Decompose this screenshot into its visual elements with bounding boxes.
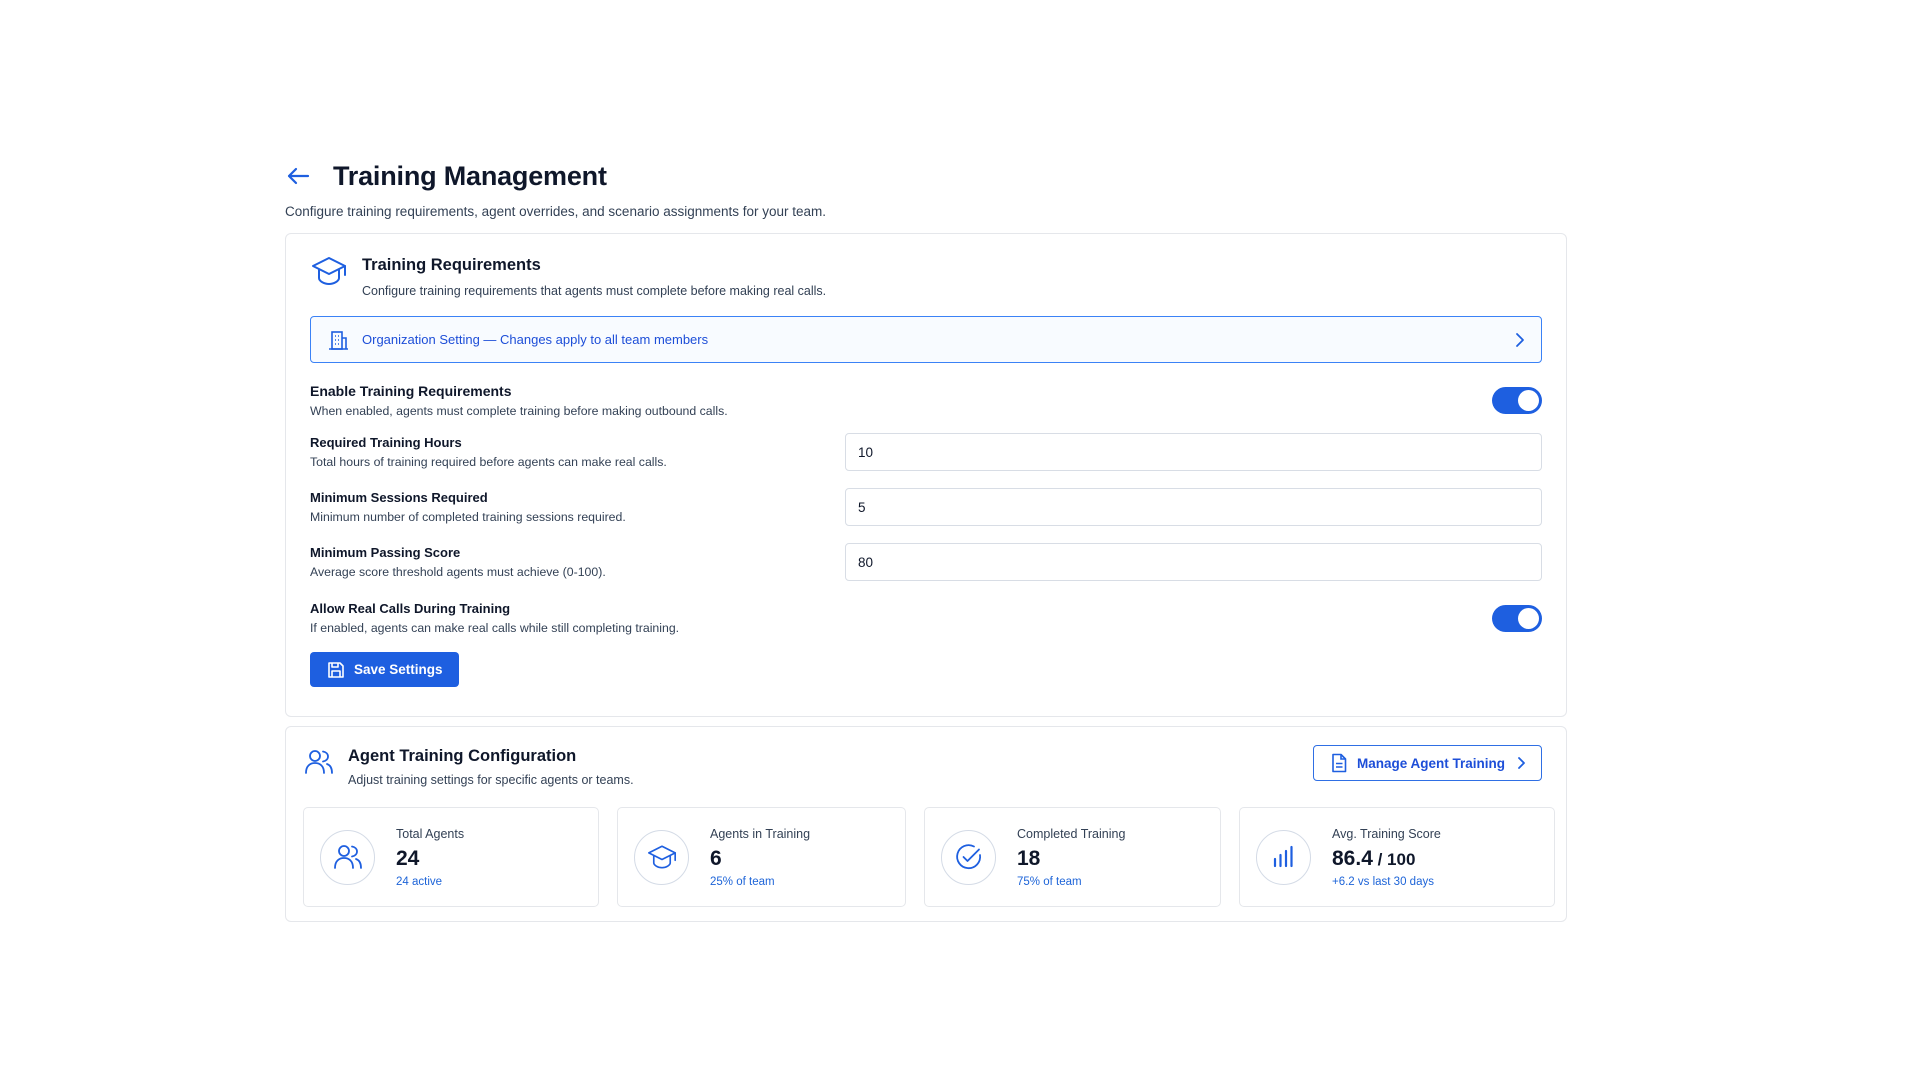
stat-subtext: 25% of team <box>710 875 775 888</box>
stat-label: Completed Training <box>1017 826 1126 841</box>
toggle-knob <box>1518 607 1539 629</box>
manage-agent-training-label: Manage Agent Training <box>1356 755 1505 771</box>
minimum-sessions-row: Minimum Sessions Required Minimum number… <box>310 488 1542 526</box>
required-hours-input[interactable] <box>845 433 1542 471</box>
section-title: Training Requirements <box>362 256 541 274</box>
passing-score-input[interactable] <box>845 543 1542 581</box>
chevron-right-icon <box>1516 332 1524 347</box>
stat-subtext: 75% of team <box>1017 875 1082 888</box>
training-requirements-header: Training Requirements Configure training… <box>310 234 1542 298</box>
page-subtitle: Configure training requirements, agent o… <box>285 204 827 219</box>
enable-training-label: Enable Training Requirements <box>310 383 512 399</box>
passing-score-row: Minimum Passing Score Average score thre… <box>310 543 1542 581</box>
allow-real-calls-row: Allow Real Calls During Training If enab… <box>310 601 1542 635</box>
stat-subtext: 24 active <box>396 875 443 888</box>
section-description: Adjust training settings for specific ag… <box>348 773 634 787</box>
organization-setting-banner[interactable]: Organization Setting — Changes apply to … <box>310 316 1542 363</box>
chevron-right-icon <box>1518 757 1525 769</box>
training-management-page: Training Management Configure training r… <box>285 158 1567 922</box>
back-button[interactable] <box>285 163 311 189</box>
stat-avg-training-score: Avg. Training Score 86.4 / 100 +6.2 vs l… <box>1239 807 1555 907</box>
enable-training-description: When enabled, agents must complete train… <box>310 404 728 418</box>
enable-training-row: Enable Training Requirements When enable… <box>310 383 1542 418</box>
training-requirements-card: Training Requirements Configure training… <box>285 233 1567 717</box>
check-circle-icon <box>941 829 996 885</box>
save-settings-button[interactable]: Save Settings <box>310 652 459 687</box>
stat-subtext: +6.2 vs last 30 days <box>1332 875 1434 888</box>
minimum-sessions-input[interactable] <box>845 488 1542 526</box>
agent-training-configuration-card: Agent Training Configuration Adjust trai… <box>285 726 1567 922</box>
minimum-sessions-label: Minimum Sessions Required <box>310 490 488 505</box>
enable-training-toggle[interactable] <box>1492 387 1542 414</box>
toggle-knob <box>1518 390 1539 411</box>
bar-chart-icon <box>1256 829 1311 885</box>
section-description: Configure training requirements that age… <box>362 284 827 298</box>
graduation-cap-icon <box>634 829 689 885</box>
required-hours-row: Required Training Hours Total hours of t… <box>310 433 1542 471</box>
save-settings-label: Save Settings <box>354 662 443 677</box>
page-header: Training Management <box>285 158 1567 194</box>
save-icon <box>328 661 344 678</box>
stat-value: 86.4 / 100 <box>1332 846 1416 870</box>
manage-agent-training-button[interactable]: Manage Agent Training <box>1312 745 1542 781</box>
section-title: Agent Training Configuration <box>348 747 577 765</box>
stat-value: 24 <box>396 846 420 870</box>
allow-real-calls-toggle[interactable] <box>1492 604 1542 632</box>
graduation-cap-icon <box>310 252 348 290</box>
passing-score-description: Average score threshold agents must achi… <box>310 565 606 579</box>
stat-label: Agents in Training <box>710 826 811 841</box>
allow-real-calls-description: If enabled, agents can make real calls w… <box>310 621 680 635</box>
organization-setting-text: Organization Setting — Changes apply to … <box>362 332 709 347</box>
stat-label: Total Agents <box>396 826 465 841</box>
passing-score-label: Minimum Passing Score <box>310 545 461 560</box>
required-hours-description: Total hours of training required before … <box>310 455 667 469</box>
stat-total-agents: Total Agents 24 24 active <box>303 807 599 907</box>
page-title: Training Management <box>333 160 607 191</box>
stat-value: 6 <box>710 846 722 870</box>
stat-label: Avg. Training Score <box>1332 826 1441 841</box>
required-hours-label: Required Training Hours <box>310 435 462 450</box>
stat-value: 18 <box>1017 846 1041 870</box>
users-icon <box>320 829 375 885</box>
stat-completed-training: Completed Training 18 75% of team <box>924 807 1221 907</box>
allow-real-calls-label: Allow Real Calls During Training <box>310 601 511 616</box>
arrow-left-icon <box>287 167 310 185</box>
agent-stats: Total Agents 24 24 active Agents in Trai… <box>303 807 1555 907</box>
users-icon <box>304 743 334 781</box>
building-icon <box>329 330 348 350</box>
minimum-sessions-description: Minimum number of completed training ses… <box>310 510 626 524</box>
document-icon <box>1332 753 1347 773</box>
stat-agents-in-training: Agents in Training 6 25% of team <box>617 807 906 907</box>
